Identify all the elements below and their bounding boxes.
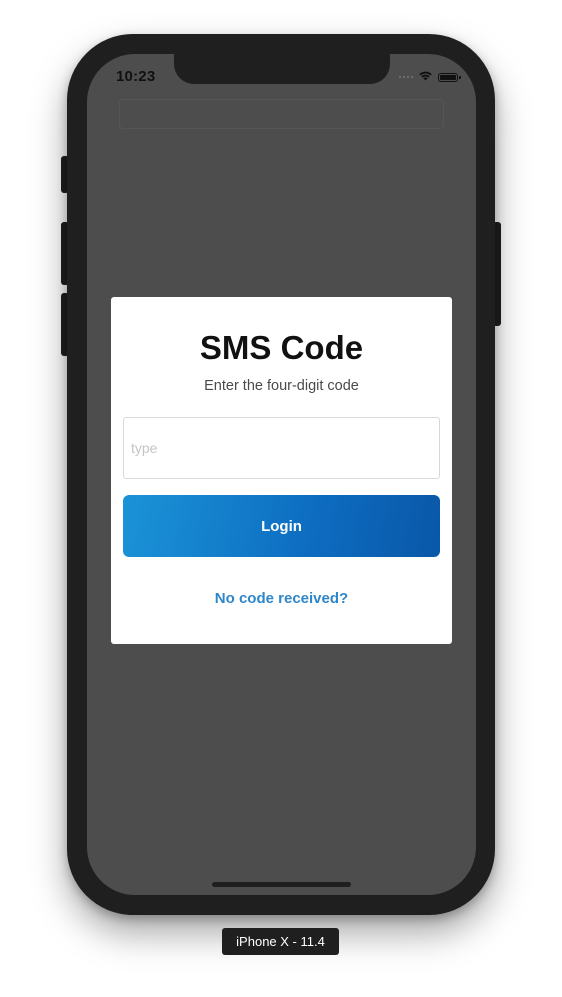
home-indicator[interactable] — [212, 882, 351, 887]
sms-code-input[interactable] — [123, 417, 440, 479]
no-code-received-link[interactable]: No code received? — [111, 590, 452, 607]
device-label: iPhone X - 11.4 — [222, 928, 339, 955]
notch — [174, 54, 390, 84]
status-icons — [399, 68, 461, 86]
simulator-stage: 10:23 SMS Code Enter the four-digit code… — [0, 0, 562, 997]
navigation-bar — [119, 99, 444, 129]
login-button[interactable]: Login — [123, 495, 440, 557]
wifi-icon — [418, 68, 433, 86]
cellular-signal-icon — [399, 76, 413, 78]
status-time: 10:23 — [116, 68, 156, 85]
sms-code-modal: SMS Code Enter the four-digit code Login… — [111, 297, 452, 644]
modal-title: SMS Code — [199, 329, 364, 366]
modal-subtitle: Enter the four-digit code — [204, 378, 359, 394]
battery-icon — [438, 72, 461, 82]
